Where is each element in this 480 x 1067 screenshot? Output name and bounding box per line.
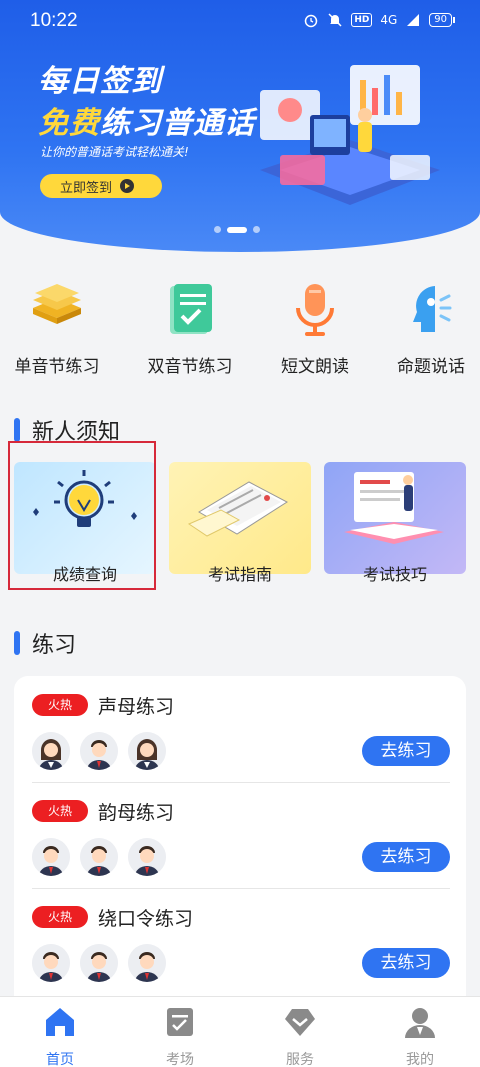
category-double-syllable[interactable]: 双音节练习 <box>135 280 245 377</box>
category-row: 单音节练习 双音节练习 短文朗读 命题说话 <box>0 280 480 380</box>
notice-card-guide[interactable] <box>169 462 311 574</box>
go-practice-button[interactable]: 去练习 <box>362 842 450 872</box>
carousel-dot[interactable] <box>214 226 221 233</box>
practice-card: 火热 声母练习 去练习 火热 韵母练习 去练习 火热 绕口令练习 去练习 <box>14 676 466 1016</box>
category-label: 单音节练习 <box>14 357 100 377</box>
tab-label: 服务 <box>286 1052 314 1067</box>
go-practice-button[interactable]: 去练习 <box>362 736 450 766</box>
home-icon <box>46 1008 74 1036</box>
banner-line2: 免费练习普通话 <box>38 98 255 142</box>
avatar-group <box>32 944 166 982</box>
bottom-tab-bar: 首页 考场 服务 我的 <box>0 996 480 1067</box>
exam-icon <box>167 1008 193 1036</box>
tab-label: 考场 <box>166 1052 194 1067</box>
banner-line2-rest: 练习普通话 <box>100 106 255 141</box>
battery-indicator: 90 <box>429 13 455 27</box>
mute-bell-icon <box>328 13 342 27</box>
notice-label-guide: 考试指南 <box>207 565 272 584</box>
practice-item-initials[interactable]: 火热 声母练习 去练习 <box>32 692 450 782</box>
category-passage-reading[interactable]: 短文朗读 <box>260 280 370 377</box>
category-single-syllable[interactable]: 单音节练习 <box>2 280 112 377</box>
avatar-group <box>32 838 166 876</box>
alarm-icon <box>305 14 318 28</box>
hd-badge: HD <box>351 13 373 27</box>
tab-home[interactable]: 首页 <box>20 1005 100 1067</box>
banner-subtitle: 让你的普通话考试轻松通关! <box>40 145 189 159</box>
checkin-button[interactable]: 立即签到 <box>40 174 162 198</box>
banner-line2-highlight: 免费 <box>38 106 100 141</box>
section-bar <box>14 418 20 442</box>
practice-title: 绕口令练习 <box>98 908 194 930</box>
book-icon <box>344 472 444 544</box>
network-label: 4G <box>380 13 398 27</box>
avatar <box>80 732 118 770</box>
document-icon <box>187 481 288 537</box>
status-time: 10:22 <box>30 10 78 31</box>
go-practice-button[interactable]: 去练习 <box>362 948 450 978</box>
notice-label-tips: 考试技巧 <box>362 565 427 584</box>
category-label: 双音节练习 <box>147 357 233 377</box>
tab-exam[interactable]: 考场 <box>140 1005 220 1067</box>
hot-badge: 火热 <box>32 906 88 928</box>
section-title-text: 练习 <box>32 633 77 658</box>
tab-service[interactable]: 服务 <box>260 1005 340 1067</box>
checkin-button-label: 立即签到 <box>60 180 113 196</box>
avatar-group <box>32 732 166 770</box>
practice-item-tongue-twister[interactable]: 火热 绕口令练习 去练习 <box>32 904 450 994</box>
avatar <box>32 732 70 770</box>
avatar <box>80 838 118 876</box>
practice-item-finals[interactable]: 火热 韵母练习 去练习 <box>32 798 450 888</box>
practice-title: 韵母练习 <box>98 802 175 824</box>
category-label: 短文朗读 <box>281 357 349 377</box>
annotation-highlight-box <box>8 441 156 590</box>
carousel-dot[interactable] <box>253 226 260 233</box>
signal-icon <box>407 14 420 26</box>
tab-profile[interactable]: 我的 <box>380 1005 460 1067</box>
microphone-icon <box>296 284 334 336</box>
carousel-dot-active[interactable] <box>227 226 247 233</box>
avatar <box>128 944 166 982</box>
section-title-practice: 练习 <box>14 627 76 659</box>
carousel-indicator[interactable] <box>214 226 260 233</box>
practice-title: 声母练习 <box>98 696 175 718</box>
tab-label: 我的 <box>406 1052 434 1067</box>
notice-card-tips[interactable] <box>324 462 466 574</box>
hot-badge: 火热 <box>32 694 88 716</box>
section-bar <box>14 631 20 655</box>
divider <box>32 888 450 889</box>
play-icon <box>120 179 135 193</box>
service-icon <box>285 1009 315 1036</box>
divider <box>32 782 450 783</box>
study-illustration-icon <box>260 65 440 205</box>
profile-icon <box>405 1008 435 1038</box>
avatar <box>32 838 70 876</box>
category-label: 命题说话 <box>397 357 465 377</box>
avatar <box>128 838 166 876</box>
avatar <box>80 944 118 982</box>
avatar <box>32 944 70 982</box>
status-bar: 10:22 HD 4G 90 <box>0 0 480 42</box>
hot-badge: 火热 <box>32 800 88 822</box>
speaking-head-icon <box>413 286 452 332</box>
avatar <box>128 732 166 770</box>
banner-line1: 每日签到 <box>38 64 162 99</box>
status-icons: HD 4G 90 <box>303 12 455 28</box>
stack-icon <box>33 284 81 324</box>
checklist-icon <box>170 284 212 334</box>
tab-label: 首页 <box>46 1052 74 1067</box>
category-topic-speaking[interactable]: 命题说话 <box>376 280 480 377</box>
